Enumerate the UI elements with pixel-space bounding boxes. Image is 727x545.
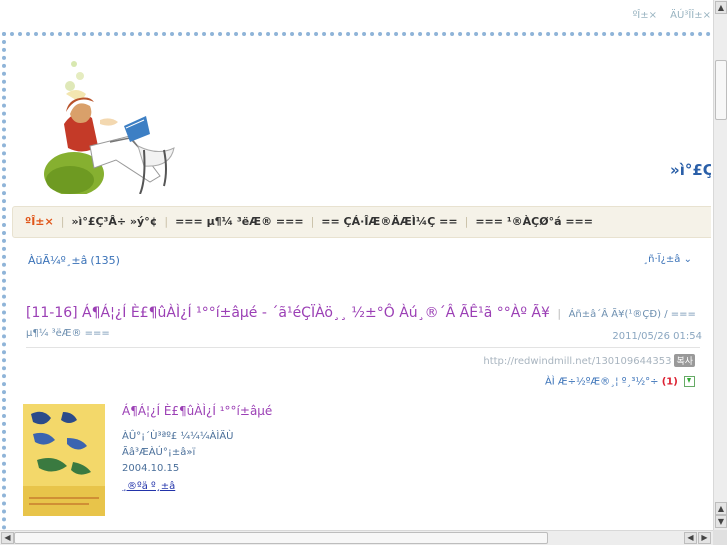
- top-link-blog[interactable]: ºÎ±×: [633, 10, 657, 21]
- category-count: (135): [90, 254, 120, 267]
- category-menu-bar: ºÎ±× | »ì°£Ç³Â÷ »ý°¢ | === µ¶¼ ³ëÆ® === | == Ç…: [12, 206, 711, 238]
- scroll-up-icon[interactable]: ▲: [715, 1, 727, 14]
- book-title[interactable]: Á¶Á¦¿Í È£¶ûÀÌ¿Í ¹°°í±âµé: [122, 403, 422, 419]
- scroll-right-icon[interactable]: ▶: [698, 532, 711, 544]
- scroll-left-icon[interactable]: ◀: [1, 532, 14, 544]
- meta-separator: |: [557, 307, 562, 320]
- chevron-down-icon: ⌄: [683, 254, 692, 265]
- scroll-up-icon[interactable]: ▲: [715, 502, 727, 515]
- menu-item-blog[interactable]: ºÎ±×: [25, 215, 54, 228]
- top-link-my-blog[interactable]: ÄÚ³ÎÎ±×: [670, 10, 711, 21]
- trackback-count: (1): [661, 376, 678, 388]
- scroll-left-icon[interactable]: ◀: [684, 532, 697, 544]
- blog-header: »ì°£Ç: [6, 36, 711, 196]
- list-toggle[interactable]: ¸ñ·Ï¿­±â ⌄: [643, 254, 692, 265]
- post-title[interactable]: [11-16] Á¶Á¦¿Í È£¶ûÀÌ¿Í ¹°°í±âµé - ´ã¹éÇ…: [26, 305, 550, 321]
- book-author: ÀÛ°¡´Ù³ªº£ ¼¼¼ÀÌÄÙ: [122, 431, 234, 442]
- book-review-link[interactable]: ¸®ºä º¸±â: [122, 479, 422, 495]
- vertical-scrollbar[interactable]: ▲ ▲ ▼: [713, 0, 727, 530]
- book-publisher: Ãâ³ÆÀÚ°¡±â»ï: [122, 447, 196, 458]
- scroll-down-icon[interactable]: ▼: [715, 515, 727, 528]
- book-date: 2004.10.15: [122, 463, 180, 474]
- list-toggle-label: ¸ñ·Ï¿­±â: [643, 254, 681, 265]
- horizontal-scroll-thumb[interactable]: [14, 532, 548, 544]
- menu-separator: |: [464, 215, 469, 228]
- book-cover-image[interactable]: [23, 404, 105, 516]
- vertical-scroll-thumb[interactable]: [715, 60, 727, 120]
- menu-separator: |: [164, 215, 169, 228]
- post-date: 2011/05/26 01:54: [612, 331, 702, 342]
- book-info: Á¶Á¦¿Í È£¶ûÀÌ¿Í ¹°°í±âµé ÀÛ°¡´Ù³ªº£ ¼¼¼À…: [122, 403, 422, 495]
- blog-title[interactable]: »ì°£Ç: [670, 161, 711, 179]
- top-links: ºÎ±× ÄÚ³ÎÎ±×: [623, 10, 711, 21]
- category-header: ÀüÃ¼º¸±â (135) ¸ñ·Ï¿­±â ⌄: [28, 254, 692, 272]
- post-header: [11-16] Á¶Á¦¿Í È£¶ûÀÌ¿Í ¹°°í±âµé - ´ã¹éÇ…: [26, 304, 702, 343]
- menu-separator: |: [60, 215, 65, 228]
- reading-woman-illustration: [44, 61, 175, 194]
- post-url-row: http://redwindmill.net/130109644353 복사: [483, 354, 695, 367]
- top-bar: ºÎ±× ÄÚ³ÎÎ±×: [0, 0, 713, 32]
- menu-item-reading-notes[interactable]: === µ¶¼ ³ëÆ® ===: [175, 215, 303, 228]
- menu-item-project[interactable]: == ÇÁ·ÎÆ®ÄÆÌ¼Ç ==: [321, 215, 457, 228]
- menu-item-thoughts[interactable]: »ì°£Ç³Â÷ »ý°¢: [71, 215, 157, 228]
- expand-down-icon[interactable]: [684, 376, 695, 387]
- copy-url-button[interactable]: 복사: [674, 354, 695, 367]
- scrollbar-corner: [713, 530, 727, 545]
- blog-frame: »ì°£Ç ºÎ±× | »ì°£Ç³Â÷ »ý°¢ | === µ¶¼ ³ëÆ® ==…: [2, 32, 711, 530]
- menu-item-questions[interactable]: === ¹®ÀÇØ°á ===: [475, 215, 593, 228]
- post-url[interactable]: http://redwindmill.net/130109644353: [483, 356, 671, 367]
- trackback-row[interactable]: ÀÌ Æ÷½ºÆ®¸¦ º¸³½°÷ (1): [545, 376, 695, 388]
- divider: [26, 347, 700, 348]
- menu-separator: |: [310, 215, 315, 228]
- trackback-label: ÀÌ Æ÷½ºÆ®¸¦ º¸³½°÷: [544, 376, 659, 388]
- horizontal-scrollbar[interactable]: ◀ ◀ ▶: [0, 530, 713, 545]
- category-title[interactable]: ÀüÃ¼º¸±â: [28, 254, 87, 267]
